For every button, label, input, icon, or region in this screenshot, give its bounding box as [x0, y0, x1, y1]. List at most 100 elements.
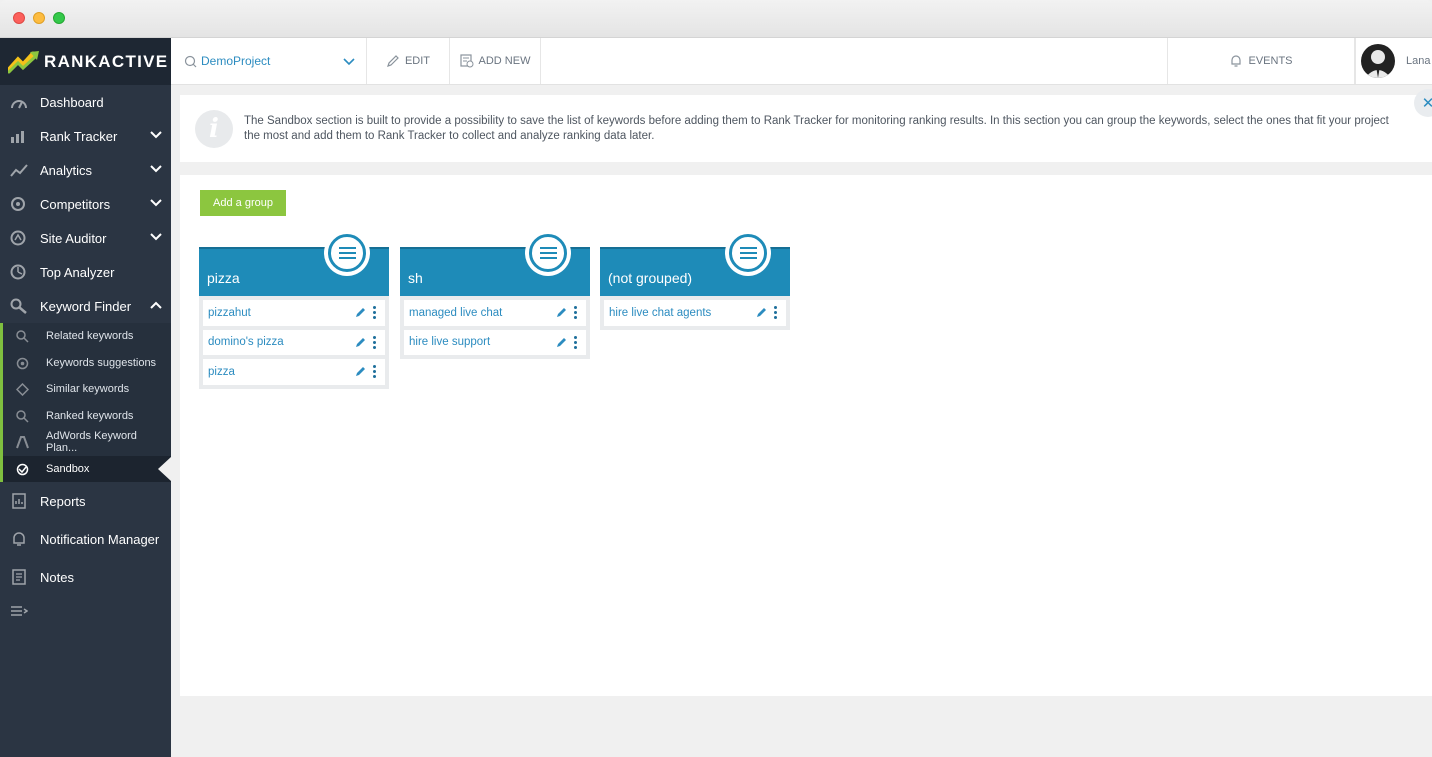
avatar — [1361, 44, 1395, 78]
sidebar-subitem-related-keywords[interactable]: Related keywords — [0, 323, 171, 350]
logo[interactable]: RANKACTIVE — [0, 38, 171, 85]
keyword-text: domino's pizza — [208, 336, 284, 349]
adwords-icon — [16, 436, 29, 449]
more-options-icon[interactable] — [373, 335, 376, 349]
bell-icon — [13, 532, 25, 546]
site-auditor-icon — [10, 230, 26, 246]
top-bar: DemoProject EDIT ADD NEW EVENTS Lana — [171, 38, 1432, 85]
sidebar-item-keyword-finder[interactable]: Keyword Finder — [0, 289, 171, 323]
sidebar-item-top-analyzer[interactable]: Top Analyzer — [0, 255, 171, 289]
user-menu[interactable]: Lana — [1355, 38, 1432, 84]
sidebar-item-notification-manager[interactable]: Notification Manager — [0, 518, 171, 560]
keyword-item[interactable]: pizza — [203, 359, 385, 385]
sidebar-subitem-label: AdWords Keyword Plan... — [46, 430, 137, 455]
add-new-label: ADD NEW — [478, 55, 531, 67]
sidebar-collapse-toggle[interactable] — [0, 594, 171, 628]
sidebar-subitem-similar-keywords[interactable]: Similar keywords — [0, 376, 171, 403]
sidebar-item-label: Dashboard — [40, 94, 104, 110]
pencil-icon[interactable] — [355, 336, 367, 348]
pencil-icon[interactable] — [556, 306, 568, 318]
keyword-item[interactable]: hire live support — [404, 329, 586, 355]
pencil-icon[interactable] — [556, 336, 568, 348]
maximize-window-button[interactable] — [53, 12, 65, 24]
pencil-icon[interactable] — [355, 306, 367, 318]
search-icon — [184, 55, 197, 67]
group-menu-button[interactable] — [525, 230, 571, 276]
sidebar-subitem-adwords-keyword-planner[interactable]: AdWords Keyword Plan... — [0, 429, 171, 456]
rank-tracker-icon — [11, 131, 24, 143]
keyword-group: sh managed live chat hire live support — [400, 230, 590, 359]
keyword-text: pizza — [208, 365, 235, 378]
info-text: The Sandbox section is built to provide … — [244, 115, 1389, 142]
chevron-up-icon[interactable] — [150, 299, 162, 311]
keyword-group: (not grouped) hire live chat agents — [600, 230, 790, 330]
hamburger-icon — [328, 234, 366, 272]
sidebar-subitem-keywords-suggestions[interactable]: Keywords suggestions — [0, 349, 171, 376]
competitors-icon — [11, 197, 25, 211]
add-new-button[interactable]: ADD NEW — [450, 38, 541, 84]
close-window-button[interactable] — [13, 12, 25, 24]
more-options-icon[interactable] — [373, 365, 376, 378]
sidebar-subitem-label: Ranked keywords — [46, 409, 134, 422]
sandbox-content: Add a group pizza pizzahut domino's pizz… — [180, 175, 1432, 696]
project-selector[interactable]: DemoProject — [171, 38, 367, 84]
more-options-icon[interactable] — [574, 335, 577, 349]
window-titlebar — [0, 0, 1432, 38]
keyword-item[interactable]: domino's pizza — [203, 329, 385, 355]
group-menu-button[interactable] — [725, 230, 771, 276]
add-group-button[interactable]: Add a group — [200, 190, 286, 216]
sidebar-subitem-sandbox[interactable]: Sandbox — [0, 455, 171, 482]
pencil-icon[interactable] — [756, 306, 768, 318]
more-options-icon[interactable] — [373, 306, 376, 319]
notes-icon — [12, 569, 26, 585]
dashboard-icon — [11, 100, 27, 109]
more-options-icon[interactable] — [574, 306, 577, 319]
keyword-text: hire live chat agents — [609, 306, 712, 319]
sidebar-item-reports[interactable]: Reports — [0, 484, 171, 518]
sidebar-item-label: Keyword Finder — [40, 298, 132, 314]
chevron-down-icon[interactable] — [150, 129, 162, 141]
minimize-window-button[interactable] — [33, 12, 45, 24]
sidebar-item-label: Notification Manager — [40, 531, 160, 547]
sidebar-item-label: Analytics — [40, 162, 93, 178]
top-analyzer-icon — [10, 264, 26, 280]
sidebar-item-site-auditor[interactable]: Site Auditor — [0, 221, 171, 255]
group-menu-button[interactable] — [324, 230, 370, 276]
more-options-icon[interactable] — [774, 306, 777, 319]
search-icon — [16, 330, 29, 343]
logo-mark-icon — [8, 50, 39, 73]
edit-button[interactable]: EDIT — [367, 38, 450, 84]
sidebar-item-rank-tracker[interactable]: Rank Tracker — [0, 119, 171, 153]
chevron-down-icon[interactable] — [150, 163, 162, 175]
sidebar-item-competitors[interactable]: Competitors — [0, 187, 171, 221]
pencil-icon[interactable] — [355, 365, 367, 377]
group-name: (not grouped) — [608, 270, 693, 286]
info-icon: i — [195, 110, 233, 148]
keyword-item[interactable]: hire live chat agents — [604, 300, 786, 326]
user-name: Lana — [1406, 55, 1431, 67]
group-header: sh — [400, 230, 590, 296]
keyword-item[interactable]: pizzahut — [203, 300, 385, 326]
chevron-down-icon[interactable] — [150, 197, 162, 209]
analytics-icon — [10, 164, 28, 177]
keyword-text: hire live support — [409, 336, 491, 349]
bell-icon — [1231, 55, 1242, 67]
sidebar-subitem-ranked-keywords[interactable]: Ranked keywords — [0, 402, 171, 429]
sidebar-item-analytics[interactable]: Analytics — [0, 153, 171, 187]
events-button[interactable]: EVENTS — [1167, 38, 1355, 84]
reports-icon — [12, 493, 26, 509]
sidebar-subitem-label: Similar keywords — [46, 383, 130, 396]
sidebar-item-notes[interactable]: Notes — [0, 560, 171, 594]
info-banner: i The Sandbox section is built to provid… — [180, 95, 1432, 162]
group-name: pizza — [207, 270, 240, 286]
similar-icon — [16, 383, 29, 396]
sidebar-item-label: Top Analyzer — [40, 264, 115, 280]
sidebar: RANKACTIVE Dashboard Rank Tracker Analyt… — [0, 38, 171, 757]
hamburger-icon — [529, 234, 567, 272]
chevron-down-icon — [343, 58, 355, 66]
sidebar-item-label: Competitors — [40, 196, 111, 212]
keyword-item[interactable]: managed live chat — [404, 300, 586, 326]
sidebar-item-dashboard[interactable]: Dashboard — [0, 85, 171, 119]
chevron-down-icon[interactable] — [150, 231, 162, 243]
sidebar-subitem-label: Sandbox — [46, 462, 90, 475]
